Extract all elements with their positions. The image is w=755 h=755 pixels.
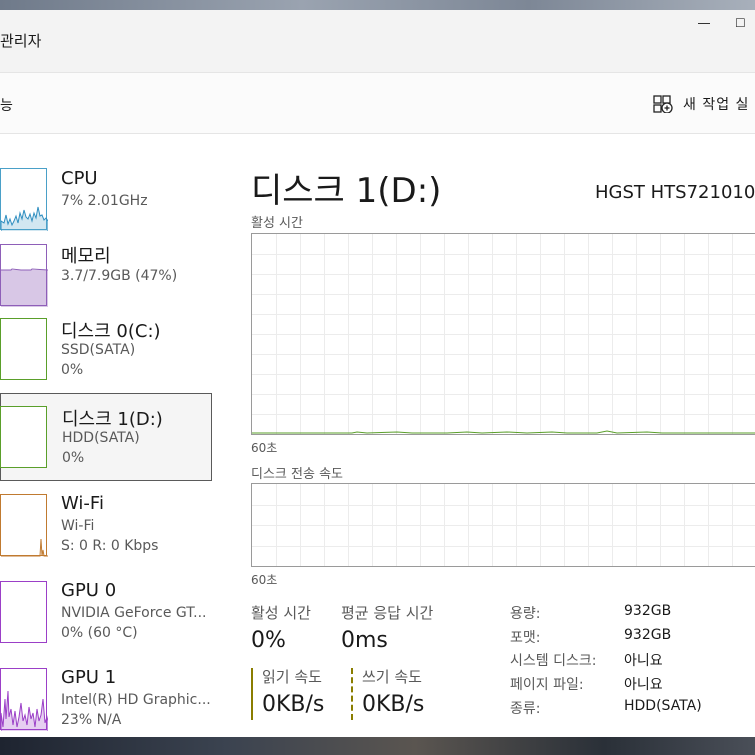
write-speed-indicator — [351, 668, 353, 720]
page-heading: 능 — [0, 98, 13, 114]
wifi-thumbnail-graph — [0, 494, 48, 557]
property-system-disk-value: 아니요 — [624, 653, 663, 669]
active-time-chart-label: 활성 시간 — [251, 216, 303, 231]
sidebar-item-label: 디스크 1(D:) — [62, 409, 163, 430]
sidebar-item-usage: 23% N/A — [61, 712, 122, 728]
avg-response-stat-label: 평균 응답 시간 — [341, 604, 434, 622]
performance-panel: CPU 7% 2.01GHz 메모리 3.7/7.9GB (47%) 디스크 0… — [0, 134, 755, 737]
gpu1-thumbnail-graph — [0, 668, 48, 731]
sidebar-item-disk-0[interactable]: 디스크 0(C:) SSD(SATA) 0% — [0, 306, 212, 394]
active-time-graph — [252, 234, 755, 434]
sidebar-item-detail: SSD(SATA) — [61, 342, 136, 358]
property-page-file-label: 페이지 파일: — [510, 677, 584, 693]
property-type-label: 종류: — [510, 701, 541, 717]
toolbar: 능 새 작업 실 — [0, 72, 755, 134]
sidebar-item-disk-1[interactable]: 디스크 1(D:) HDD(SATA) 0% — [0, 393, 212, 481]
sidebar-item-detail: 3.7/7.9GB (47%) — [61, 268, 178, 284]
sidebar-item-usage: S: 0 R: 0 Kbps — [61, 538, 159, 554]
sidebar-item-wifi[interactable]: Wi-Fi Wi-Fi S: 0 R: 0 Kbps — [0, 482, 212, 570]
transfer-rate-chart-label: 디스크 전송 속도 — [251, 467, 343, 482]
sidebar-item-label: GPU 0 — [61, 580, 117, 601]
property-format-value: 932GB — [624, 627, 672, 643]
sidebar-item-usage: 0% — [62, 450, 85, 466]
new-task-icon — [653, 95, 673, 114]
maximize-icon: ☐ — [735, 16, 746, 30]
title-bar: 관리자 ☐ — [0, 10, 755, 72]
active-time-stat-value: 0% — [251, 628, 286, 653]
sidebar-item-gpu-1[interactable]: GPU 1 Intel(R) HD Graphic... 23% N/A — [0, 656, 212, 737]
sidebar-item-detail: 7% 2.01GHz — [61, 193, 148, 209]
sidebar-item-label: 메모리 — [61, 246, 111, 267]
transfer-rate-chart — [251, 483, 755, 567]
avg-response-stat-value: 0ms — [341, 628, 388, 653]
minimize-icon — [698, 23, 710, 24]
property-capacity-value: 932GB — [624, 603, 672, 619]
sidebar-item-cpu[interactable]: CPU 7% 2.01GHz — [0, 156, 212, 244]
property-page-file-value: 아니요 — [624, 677, 663, 693]
window-title: 관리자 — [0, 32, 42, 50]
sidebar-item-detail: NVIDIA GeForce GT... — [61, 605, 207, 621]
sidebar-item-label: 디스크 0(C:) — [61, 321, 161, 342]
disk1-thumbnail-graph — [0, 406, 47, 468]
transfer-rate-axis-label: 60초 — [251, 573, 278, 587]
read-speed-indicator — [251, 668, 253, 720]
desktop-wallpaper-top — [0, 0, 755, 10]
property-format-label: 포맷: — [510, 630, 541, 646]
disk0-thumbnail-graph — [0, 318, 47, 380]
sidebar-item-label: GPU 1 — [61, 667, 117, 688]
sidebar-item-label: CPU — [61, 168, 98, 189]
sidebar-item-detail: Wi-Fi — [61, 518, 95, 534]
sidebar-item-usage: 0% (60 °C) — [61, 625, 138, 641]
page-title: 디스크 1(D:) — [251, 171, 442, 211]
minimize-button[interactable] — [690, 10, 720, 40]
property-system-disk-label: 시스템 디스크: — [510, 653, 597, 669]
sidebar-item-gpu-0[interactable]: GPU 0 NVIDIA GeForce GT... 0% (60 °C) — [0, 569, 212, 657]
write-speed-label: 쓰기 속도 — [362, 668, 422, 686]
read-speed-value: 0KB/s — [262, 692, 325, 717]
desktop-wallpaper-bottom — [0, 737, 755, 755]
write-speed-value: 0KB/s — [362, 692, 425, 717]
gpu0-thumbnail-graph — [0, 581, 47, 643]
maximize-button[interactable]: ☐ — [735, 16, 755, 36]
sidebar-item-detail: Intel(R) HD Graphic... — [61, 692, 211, 708]
property-type-value: HDD(SATA) — [624, 698, 702, 714]
active-time-chart — [251, 233, 755, 435]
new-task-label: 새 작업 실 — [683, 97, 750, 113]
active-time-stat-label: 활성 시간 — [251, 604, 311, 622]
task-manager-window: 관리자 ☐ 능 새 작업 실 CPU 7% 2.01GHz 메모리 3.7/7.… — [0, 10, 755, 737]
read-speed-label: 읽기 속도 — [262, 668, 322, 686]
property-capacity-label: 용량: — [510, 606, 541, 622]
transfer-rate-graph — [252, 484, 755, 566]
memory-thumbnail-graph — [0, 244, 48, 307]
run-new-task-button[interactable]: 새 작업 실 — [653, 94, 749, 114]
disk-model-name: HGST HTS721010A — [595, 182, 755, 203]
sidebar-item-label: Wi-Fi — [61, 493, 104, 514]
sidebar-item-usage: 0% — [61, 362, 84, 378]
sidebar-item-detail: HDD(SATA) — [62, 430, 140, 446]
cpu-thumbnail-graph — [0, 168, 48, 231]
active-time-axis-label: 60초 — [251, 441, 278, 455]
